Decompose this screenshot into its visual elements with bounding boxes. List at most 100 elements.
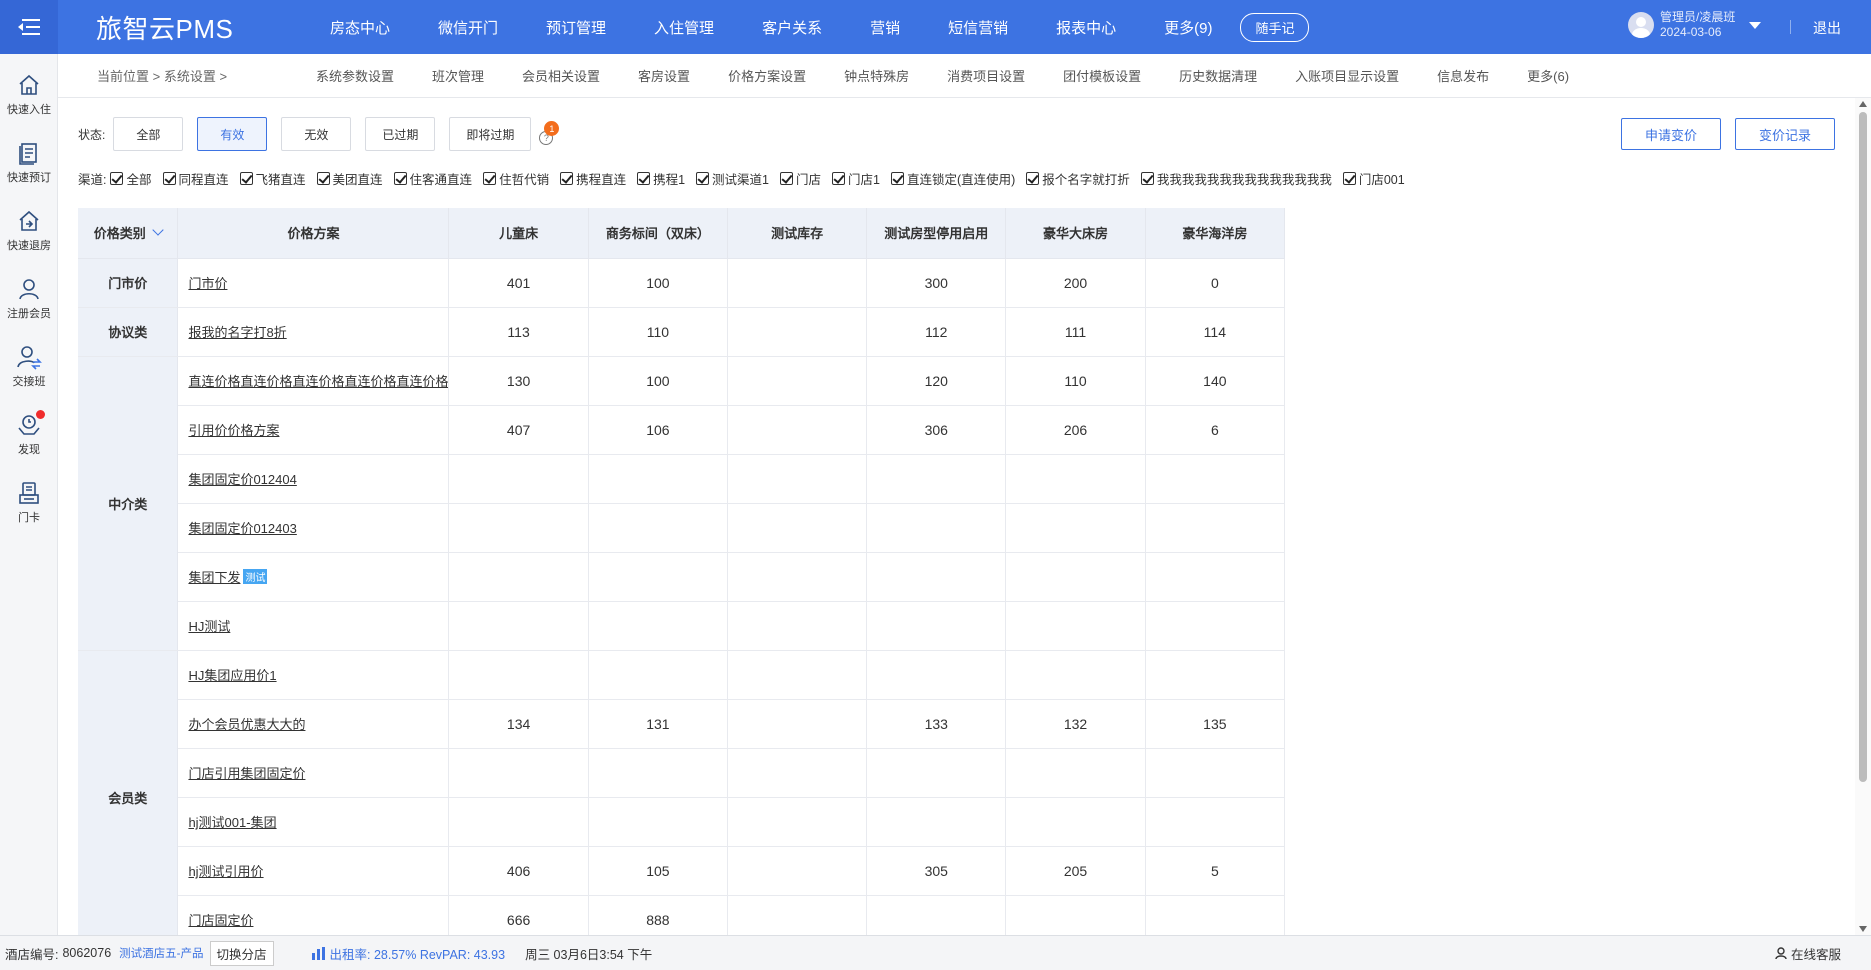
status-all-button[interactable]: 全部 xyxy=(113,117,184,151)
channel-checkbox-zhuzhe[interactable]: 住哲代销 xyxy=(483,169,549,188)
price-cell[interactable] xyxy=(727,503,868,553)
price-cell[interactable]: 406 xyxy=(448,846,589,896)
nav-more[interactable]: 更多(9) xyxy=(1140,17,1236,38)
price-cell[interactable] xyxy=(866,650,1007,700)
sidebar-item-shift-handover[interactable]: 交接班 xyxy=(0,344,58,404)
nav-sms[interactable]: 短信营销 xyxy=(924,17,1032,38)
price-cell[interactable]: 205 xyxy=(1005,846,1146,896)
price-cell[interactable]: 666 xyxy=(448,895,589,935)
channel-checkbox-zhuketong[interactable]: 住客通直连 xyxy=(393,169,472,188)
tab-history-cleanup[interactable]: 历史数据清理 xyxy=(1160,66,1276,85)
price-cell[interactable] xyxy=(866,601,1007,651)
scroll-down-arrow-icon[interactable] xyxy=(1859,926,1867,932)
price-cell[interactable] xyxy=(727,454,868,504)
price-cell[interactable] xyxy=(588,552,729,602)
tab-price-plan-settings[interactable]: 价格方案设置 xyxy=(709,66,825,85)
price-plan-link[interactable]: 报我的名字打8折 xyxy=(188,325,286,340)
price-cell[interactable] xyxy=(1145,797,1285,847)
price-cell[interactable] xyxy=(1145,895,1285,935)
price-cell[interactable]: 131 xyxy=(588,699,729,749)
price-plan-link[interactable]: 办个会员优惠大大的 xyxy=(188,717,305,732)
channel-checkbox-all[interactable]: 全部 xyxy=(110,169,152,188)
tab-group-templates[interactable]: 团付模板设置 xyxy=(1044,66,1160,85)
price-cell[interactable] xyxy=(1005,895,1146,935)
tab-member-settings[interactable]: 会员相关设置 xyxy=(503,66,619,85)
price-cell[interactable] xyxy=(866,797,1007,847)
channel-checkbox-name-discount[interactable]: 报个名字就打折 xyxy=(1026,169,1130,188)
nav-wechat-door[interactable]: 微信开门 xyxy=(414,17,522,38)
sidebar-item-quick-checkin[interactable]: 快速入住 xyxy=(0,72,58,132)
price-plan-link[interactable]: 直连价格直连价格直连价格直连价格直连价格 xyxy=(188,374,448,389)
tab-consumption-items[interactable]: 消费项目设置 xyxy=(928,66,1044,85)
nav-checkin[interactable]: 入住管理 xyxy=(630,17,738,38)
price-cell[interactable] xyxy=(1145,552,1285,602)
price-cell[interactable]: 306 xyxy=(866,405,1007,455)
price-cell[interactable] xyxy=(588,454,729,504)
price-plan-link[interactable]: HJ测试 xyxy=(188,619,230,634)
price-cell[interactable] xyxy=(727,748,868,798)
sidebar-item-discover[interactable]: 发现 xyxy=(0,410,58,472)
logout-link[interactable]: 退出 xyxy=(1813,18,1841,38)
price-cell[interactable] xyxy=(588,797,729,847)
price-cell[interactable]: 111 xyxy=(1005,307,1146,357)
tab-room-settings[interactable]: 客房设置 xyxy=(619,66,709,85)
channel-checkbox-store001[interactable]: 门店001 xyxy=(1342,169,1405,188)
price-cell[interactable] xyxy=(727,601,868,651)
price-cell[interactable] xyxy=(727,307,868,357)
channel-checkbox-store1[interactable]: 门店1 xyxy=(832,169,880,188)
page-scrollbar[interactable] xyxy=(1855,98,1871,935)
price-cell[interactable] xyxy=(448,454,589,504)
price-cell[interactable] xyxy=(588,601,729,651)
price-cell[interactable]: 135 xyxy=(1145,699,1285,749)
price-cell[interactable] xyxy=(1005,748,1146,798)
price-cell[interactable] xyxy=(727,699,868,749)
price-plan-link[interactable]: 集团固定价012404 xyxy=(188,472,296,487)
price-cell[interactable] xyxy=(866,503,1007,553)
price-cell[interactable] xyxy=(448,650,589,700)
price-cell[interactable] xyxy=(588,650,729,700)
price-cell[interactable] xyxy=(866,895,1007,935)
sidebar-item-register-member[interactable]: 注册会员 xyxy=(0,276,58,336)
price-cell[interactable] xyxy=(588,748,729,798)
price-cell[interactable]: 112 xyxy=(866,307,1007,357)
scrollbar-thumb[interactable] xyxy=(1859,112,1867,782)
column-header-category[interactable]: 价格类别 xyxy=(78,208,179,259)
price-plan-link[interactable]: 门店固定价 xyxy=(188,913,253,928)
tab-system-params[interactable]: 系统参数设置 xyxy=(297,66,413,85)
sidebar-item-door-card[interactable]: 门卡 xyxy=(0,480,58,540)
price-cell[interactable]: 110 xyxy=(1005,356,1146,406)
price-cell[interactable]: 132 xyxy=(1005,699,1146,749)
price-cell[interactable]: 200 xyxy=(1005,258,1146,308)
price-cell[interactable]: 113 xyxy=(448,307,589,357)
price-cell[interactable]: 106 xyxy=(588,405,729,455)
chevron-down-icon[interactable] xyxy=(152,224,164,236)
price-cell[interactable] xyxy=(1005,454,1146,504)
price-cell[interactable]: 105 xyxy=(588,846,729,896)
status-valid-button[interactable]: 有效 xyxy=(197,117,268,151)
price-cell[interactable]: 206 xyxy=(1005,405,1146,455)
price-cell[interactable] xyxy=(727,356,868,406)
price-cell[interactable] xyxy=(727,552,868,602)
price-cell[interactable] xyxy=(1145,503,1285,553)
price-table-container[interactable]: 价格类别 价格方案 儿童床 商务标间（双床） 测试库存 测试房型停用启用 豪华大… xyxy=(78,208,1285,935)
price-cell[interactable] xyxy=(448,797,589,847)
caret-down-icon[interactable] xyxy=(1749,21,1762,29)
price-plan-link[interactable]: 门店引用集团固定价 xyxy=(188,766,305,781)
channel-checkbox-direct-lock[interactable]: 直连锁定(直连使用) xyxy=(890,169,1015,188)
channel-checkbox-store[interactable]: 门店 xyxy=(780,169,821,188)
switch-store-button[interactable]: 切换分店 xyxy=(209,940,274,966)
nav-marketing[interactable]: 营销 xyxy=(846,17,924,38)
channel-checkbox-ctrip1[interactable]: 携程1 xyxy=(637,169,685,188)
price-plan-link[interactable]: 集团固定价012403 xyxy=(188,521,296,536)
price-cell[interactable]: 5 xyxy=(1145,846,1285,896)
tab-posting-display[interactable]: 入账项目显示设置 xyxy=(1276,66,1418,85)
price-plan-link[interactable]: 集团下发 xyxy=(188,570,240,585)
online-service-button[interactable]: 在线客服 xyxy=(1774,944,1841,963)
price-cell[interactable] xyxy=(1005,601,1146,651)
price-cell[interactable]: 6 xyxy=(1145,405,1285,455)
status-expired-button[interactable]: 已过期 xyxy=(365,117,436,151)
price-cell[interactable] xyxy=(727,797,868,847)
nav-reports[interactable]: 报表中心 xyxy=(1032,17,1140,38)
user-menu[interactable]: 管理员/凌晨班 2024-03-06 xyxy=(1628,10,1762,40)
price-plan-link[interactable]: hj测试001-集团 xyxy=(188,815,276,830)
